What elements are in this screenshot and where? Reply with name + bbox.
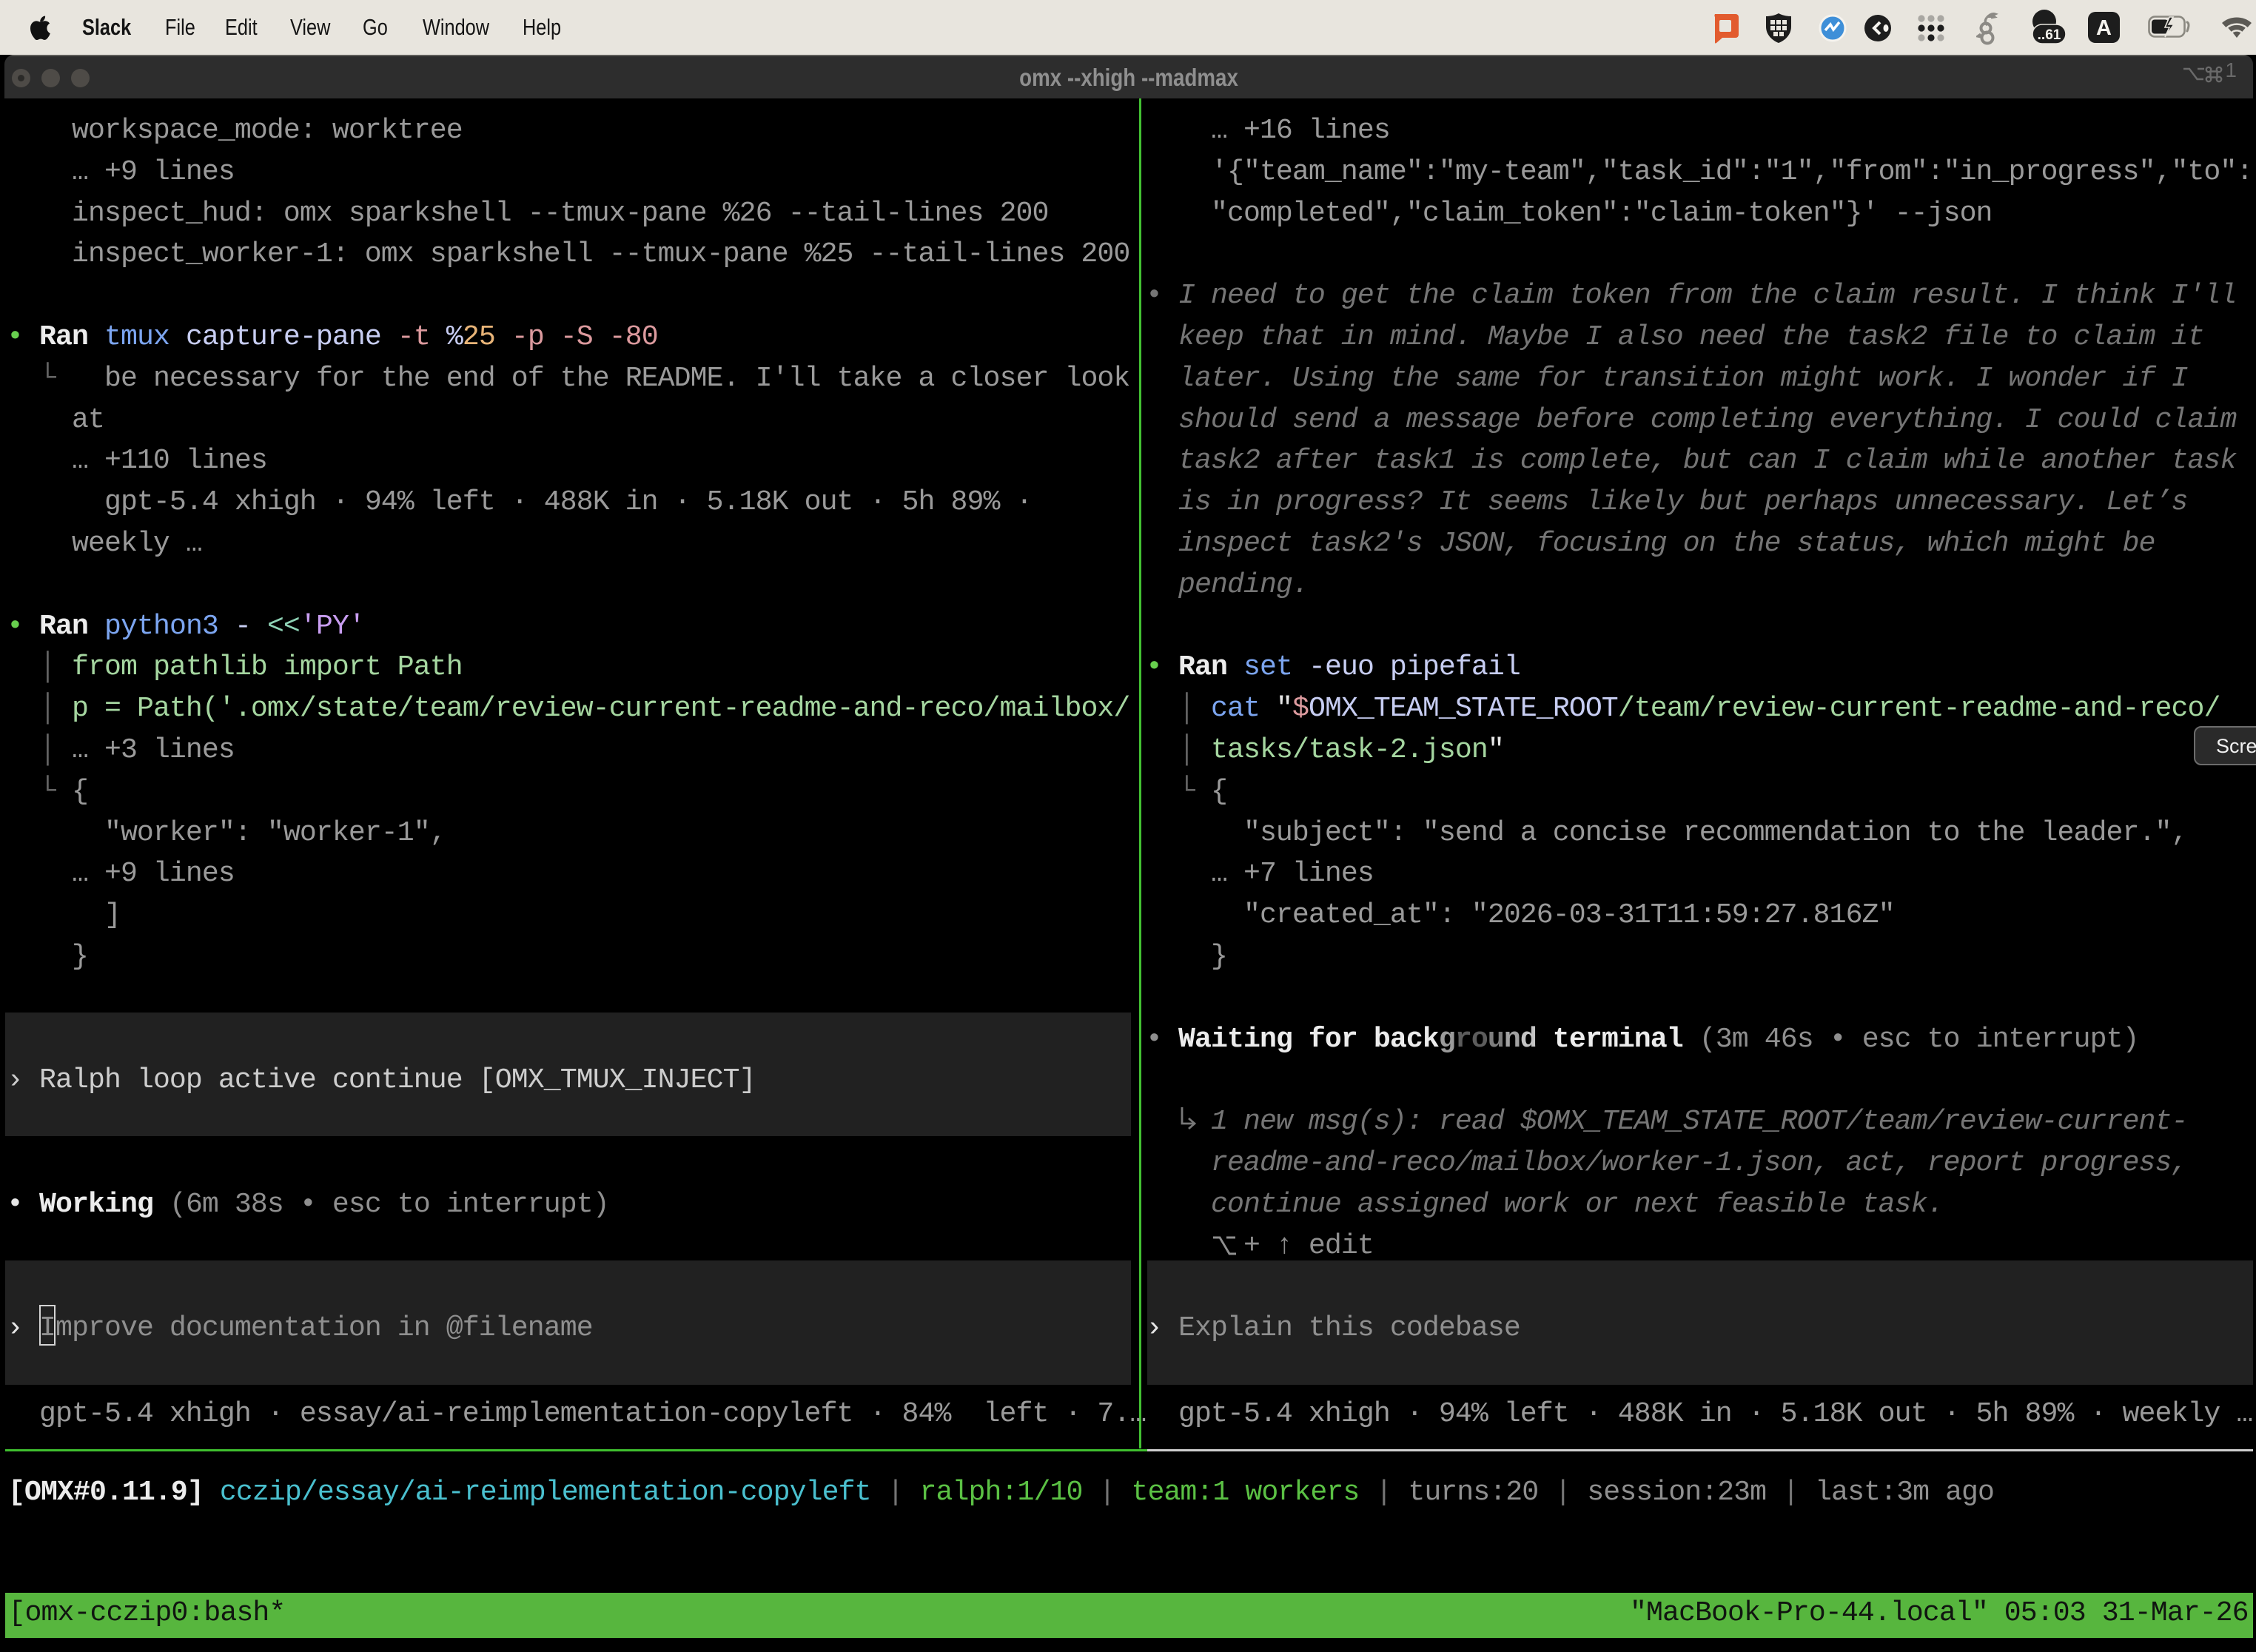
svg-text:..61: ..61 (2038, 27, 2061, 43)
